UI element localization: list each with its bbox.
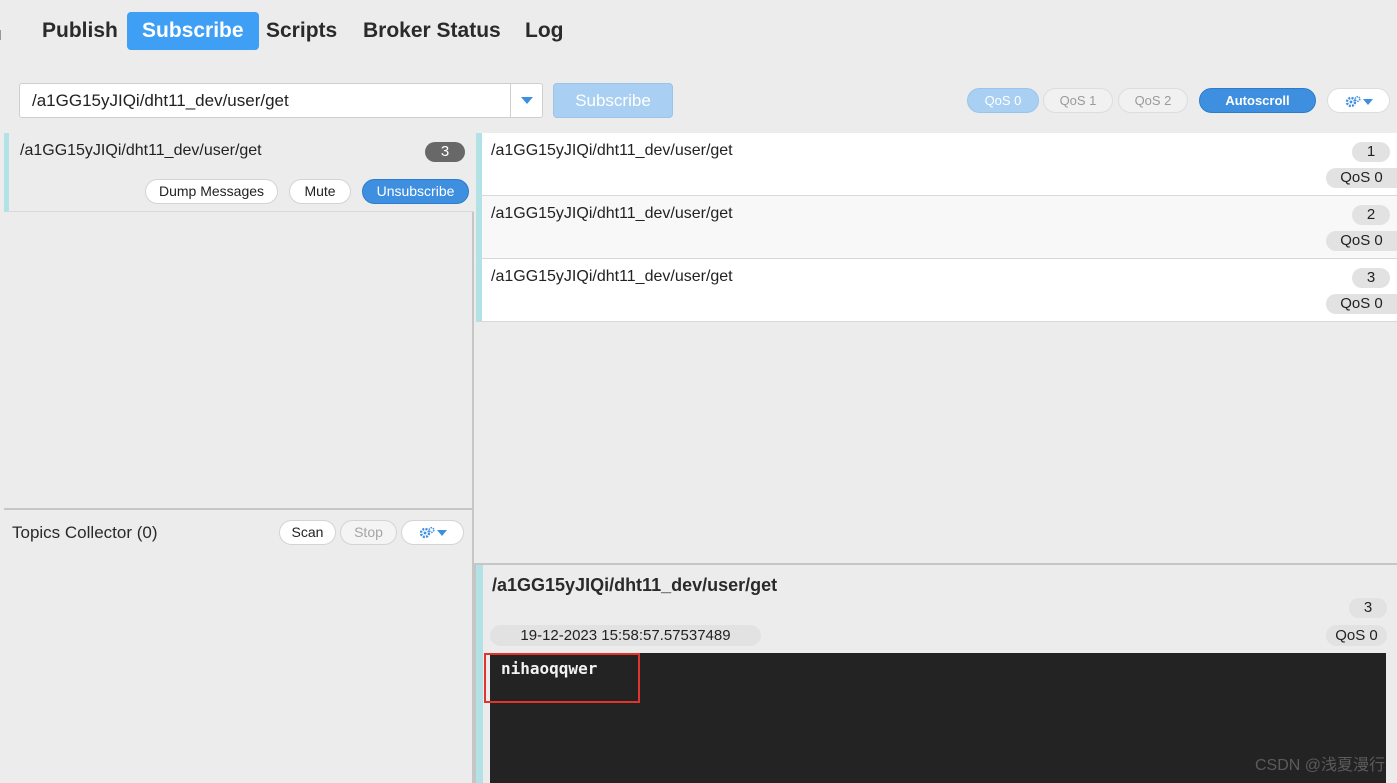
qos-2-toggle[interactable]: QoS 2 bbox=[1118, 88, 1188, 113]
caret-down-icon bbox=[436, 530, 447, 537]
topics-collector-panel: Topics Collector (0) Scan Stop bbox=[4, 510, 474, 783]
tab-publish[interactable]: Publish bbox=[27, 12, 133, 50]
subscription-topic: /a1GG15yJIQi/dht11_dev/user/get bbox=[20, 142, 262, 159]
subscription-item[interactable]: /a1GG15yJIQi/dht11_dev/user/get 3 Dump M… bbox=[4, 133, 474, 212]
autoscroll-toggle[interactable]: Autoscroll bbox=[1199, 88, 1316, 113]
chevron-down-icon[interactable] bbox=[510, 84, 542, 117]
message-item[interactable]: /a1GG15yJIQi/dht11_dev/user/get 2 QoS 0 bbox=[476, 196, 1397, 259]
detail-timestamp: 19-12-2023 15:58:57.57537489 bbox=[490, 625, 761, 646]
main-nav: Publish Subscribe Scripts Broker Status … bbox=[0, 0, 1397, 64]
message-qos-badge: QoS 0 bbox=[1326, 231, 1397, 251]
detail-topic: /a1GG15yJIQi/dht11_dev/user/get bbox=[492, 575, 778, 595]
message-topic: /a1GG15yJIQi/dht11_dev/user/get bbox=[491, 205, 733, 222]
scan-button[interactable]: Scan bbox=[279, 520, 336, 545]
tab-subscribe[interactable]: Subscribe bbox=[127, 12, 259, 50]
topics-collector-title: Topics Collector (0) bbox=[12, 523, 158, 542]
message-item[interactable]: /a1GG15yJIQi/dht11_dev/user/get 1 QoS 0 bbox=[476, 133, 1397, 196]
message-item[interactable]: /a1GG15yJIQi/dht11_dev/user/get 3 QoS 0 bbox=[476, 259, 1397, 322]
unsubscribe-button[interactable]: Unsubscribe bbox=[362, 179, 469, 204]
dump-messages-button[interactable]: Dump Messages bbox=[145, 179, 278, 204]
caret-down-icon bbox=[1362, 98, 1373, 105]
topic-combobox[interactable]: /a1GG15yJIQi/dht11_dev/user/get bbox=[19, 83, 543, 118]
topic-input[interactable]: /a1GG15yJIQi/dht11_dev/user/get bbox=[32, 84, 289, 117]
collector-settings-button[interactable] bbox=[401, 520, 464, 545]
message-number-badge: 2 bbox=[1352, 205, 1390, 225]
subscription-count-badge: 3 bbox=[425, 142, 465, 162]
message-qos-badge: QoS 0 bbox=[1326, 294, 1397, 314]
tab-scripts[interactable]: Scripts bbox=[251, 12, 352, 50]
messages-list: /a1GG15yJIQi/dht11_dev/user/get 1 QoS 0 … bbox=[476, 133, 1397, 563]
stop-button[interactable]: Stop bbox=[340, 520, 397, 545]
gears-icon bbox=[1345, 95, 1361, 107]
watermark: CSDN @浅夏漫行 bbox=[1254, 757, 1385, 774]
detail-accent-bar bbox=[476, 565, 483, 783]
message-detail-pane: /a1GG15yJIQi/dht11_dev/user/get 3 19-12-… bbox=[474, 563, 1397, 783]
qos-1-toggle[interactable]: QoS 1 bbox=[1043, 88, 1113, 113]
gears-icon bbox=[419, 527, 435, 539]
detail-number-badge: 3 bbox=[1349, 598, 1387, 618]
annotation-highlight-box bbox=[484, 653, 640, 703]
tab-log[interactable]: Log bbox=[510, 12, 578, 50]
tab-broker-status[interactable]: Broker Status bbox=[348, 12, 516, 50]
message-number-badge: 1 bbox=[1352, 142, 1390, 162]
detail-qos-badge: QoS 0 bbox=[1326, 625, 1387, 646]
mute-button[interactable]: Mute bbox=[289, 179, 351, 204]
subscriptions-panel: /a1GG15yJIQi/dht11_dev/user/get 3 Dump M… bbox=[4, 133, 474, 510]
qos-0-toggle[interactable]: QoS 0 bbox=[967, 88, 1039, 113]
message-topic: /a1GG15yJIQi/dht11_dev/user/get bbox=[491, 268, 733, 285]
subscribe-settings-button[interactable] bbox=[1327, 88, 1390, 113]
message-number-badge: 3 bbox=[1352, 268, 1390, 288]
message-topic: /a1GG15yJIQi/dht11_dev/user/get bbox=[491, 142, 733, 159]
subscribe-button[interactable]: Subscribe bbox=[553, 83, 673, 118]
message-qos-badge: QoS 0 bbox=[1326, 168, 1397, 188]
